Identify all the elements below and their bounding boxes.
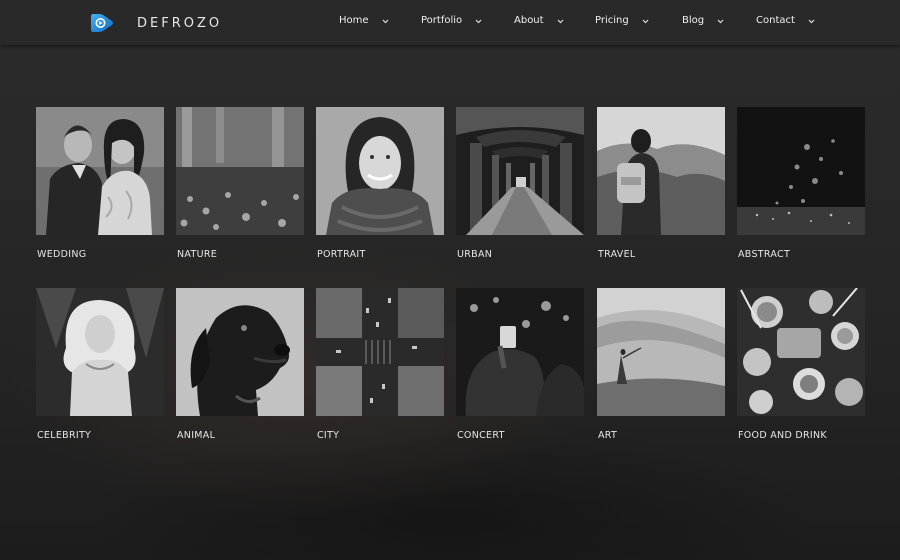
gallery-item-wedding[interactable]: WEDDING: [36, 107, 164, 260]
nav-item-portfolio[interactable]: Portfolio: [421, 15, 482, 26]
portrait-photo[interactable]: [316, 107, 444, 235]
travel-photo[interactable]: [597, 107, 725, 235]
gallery-caption: PORTRAIT: [317, 249, 366, 260]
chevron-down-icon: [382, 19, 388, 23]
nav-item-label: Blog: [682, 15, 705, 26]
gallery-item-urban[interactable]: URBAN: [456, 107, 584, 260]
gallery-caption: NATURE: [177, 249, 218, 260]
gallery-item-portrait[interactable]: PORTRAIT: [316, 107, 444, 260]
brand-name: DEFROZO: [137, 15, 223, 31]
celebrity-photo[interactable]: [36, 288, 164, 416]
wedding-photo[interactable]: [36, 107, 164, 235]
city-photo[interactable]: [316, 288, 444, 416]
gallery-caption: CONCERT: [457, 430, 505, 441]
art-photo[interactable]: [597, 288, 725, 416]
nav-item-pricing[interactable]: Pricing: [595, 15, 649, 26]
gallery-caption: CELEBRITY: [37, 430, 92, 441]
gallery-item-concert[interactable]: CONCERT: [456, 288, 584, 441]
food-and-drink-photo[interactable]: [737, 288, 865, 416]
brand-logo-link[interactable]: DEFROZO: [90, 11, 222, 35]
gallery-caption: ART: [598, 430, 618, 441]
urban-photo[interactable]: [456, 107, 584, 235]
nav-item-label: Portfolio: [421, 15, 463, 26]
nav-item-contact[interactable]: Contact: [756, 15, 815, 26]
gallery-caption: URBAN: [457, 249, 493, 260]
gallery-caption: FOOD AND DRINK: [738, 430, 827, 441]
gallery-caption: TRAVEL: [598, 249, 636, 260]
gallery-caption: ABSTRACT: [738, 249, 791, 260]
chevron-down-icon: [808, 19, 815, 23]
nav-item-home[interactable]: Home: [339, 15, 389, 26]
gallery-item-travel[interactable]: TRAVEL: [597, 107, 725, 260]
nature-photo[interactable]: [176, 107, 304, 235]
nav-item-label: Pricing: [595, 15, 629, 26]
nav-item-blog[interactable]: Blog: [682, 15, 724, 26]
gallery-item-abstract[interactable]: ABSTRACT: [737, 107, 865, 260]
gallery-item-animal[interactable]: ANIMAL: [176, 288, 304, 441]
gallery-item-nature[interactable]: NATURE: [176, 107, 304, 260]
chevron-down-icon: [717, 19, 724, 23]
gallery-item-art[interactable]: ART: [597, 288, 725, 441]
gallery-caption: ANIMAL: [177, 430, 216, 441]
play-logo-icon: [90, 12, 115, 34]
site-header: DEFROZO Home Portfolio About Pricing Blo…: [0, 0, 900, 45]
animal-photo[interactable]: [176, 288, 304, 416]
gallery-item-celebrity[interactable]: CELEBRITY: [36, 288, 164, 441]
gallery-caption: CITY: [317, 430, 340, 441]
nav-item-label: Contact: [756, 15, 795, 26]
chevron-down-icon: [642, 19, 649, 23]
gallery-caption: WEDDING: [37, 249, 87, 260]
nav-item-label: Home: [339, 15, 369, 26]
page: DEFROZO Home Portfolio About Pricing Blo…: [0, 0, 900, 560]
concert-photo[interactable]: [456, 288, 584, 416]
nav-item-label: About: [514, 15, 544, 26]
nav-item-about[interactable]: About: [514, 15, 564, 26]
chevron-down-icon: [557, 19, 563, 23]
gallery-item-food-and-drink[interactable]: FOOD AND DRINK: [737, 288, 865, 441]
abstract-photo[interactable]: [737, 107, 865, 235]
chevron-down-icon: [475, 19, 482, 23]
gallery-item-city[interactable]: CITY: [316, 288, 444, 441]
